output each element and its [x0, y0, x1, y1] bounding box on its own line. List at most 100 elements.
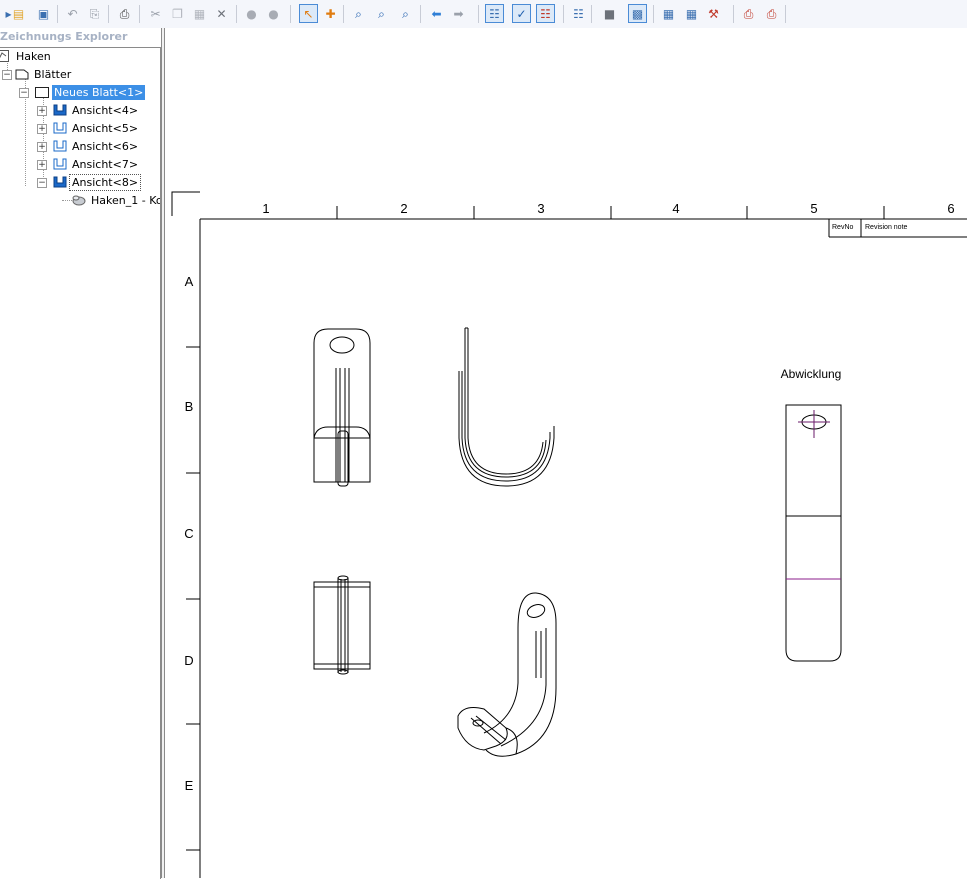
view-top[interactable] [313, 575, 371, 675]
explorer-title: Zeichnungs Explorer [0, 30, 128, 43]
toolbar-separator [478, 5, 479, 23]
toolbar-separator [733, 5, 734, 23]
select-arrow-icon[interactable]: ↖ [299, 4, 318, 23]
toolbar-separator [563, 5, 564, 23]
tree-node-label: Neues Blatt<1> [52, 84, 146, 100]
copy-icon[interactable]: ❐ [169, 5, 186, 22]
sheet-icon [15, 68, 29, 83]
toolbar: ▸ ▤ ▣ ↶ ⎘ ⎙ ✂ ❐ ▦ ✕ ● ● ↖ ✚ ⌕ ⌕ ⌕ ⬅ ➡ ☷ ✓ ☷ ☷ ■ ▩ ▦ ▦ ⚒ ⎙ ⎙ [0, 0, 967, 29]
drawing-view-icon [53, 104, 67, 119]
collapse-toggle[interactable]: − [37, 178, 47, 188]
delete-icon[interactable]: ✕ [213, 5, 230, 22]
tree-node-label: Ansicht<5> [72, 121, 139, 135]
zone-column-label: 4 [672, 201, 679, 216]
tree-node-label: Blätter [34, 67, 72, 81]
zone-column-label: 1 [262, 201, 269, 216]
drawing-view-icon [53, 176, 67, 191]
tree-view-icon[interactable]: ☷ [485, 4, 504, 23]
tree-node-label: Haken [16, 49, 51, 63]
redo-icon[interactable]: ⎘ [86, 5, 103, 22]
drawing-icon [0, 50, 9, 65]
zone-row-label: D [184, 653, 193, 668]
toolbar-separator [591, 5, 592, 23]
toolbar-separator [785, 5, 786, 23]
flat-pattern-label: Abwicklung [781, 367, 842, 381]
drawing-sheet: 1 2 3 4 5 6 A B C D E RevNo Revision note Abwickl… [171, 191, 967, 878]
zone-row-label: C [184, 526, 193, 541]
tree-node[interactable]: Haken_1 - Konstruktion [89, 192, 160, 208]
drawing-explorer-panel: Zeichnungs Explorer Haken − Blätter − Neues … [0, 28, 161, 879]
save-icon[interactable]: ▣ [35, 5, 52, 22]
table-icon[interactable]: ▦ [660, 5, 677, 22]
collapse-toggle[interactable]: − [2, 70, 12, 80]
zone-column-label: 3 [537, 201, 544, 216]
zone-column-label: 5 [810, 201, 817, 216]
tree-node[interactable]: Neues Blatt<1> [52, 84, 146, 100]
toolbar-separator [139, 5, 140, 23]
tree-node[interactable]: Ansicht<4> [70, 102, 140, 118]
drawing-view-icon [53, 158, 67, 173]
compare-icon[interactable]: ☷ [536, 4, 555, 23]
tree-node[interactable]: Ansicht<7> [70, 156, 140, 172]
back-icon[interactable]: ⬅ [428, 5, 445, 22]
zoom-icon[interactable]: ⌕ [397, 5, 414, 22]
group-icon[interactable]: ☷ [570, 5, 587, 22]
open-folder-icon[interactable]: ▤ [10, 5, 27, 22]
collapse-toggle[interactable]: − [19, 88, 29, 98]
tree-node[interactable]: Ansicht<6> [70, 138, 140, 154]
title-block-revision-note: Revision note [865, 224, 908, 231]
record-icon[interactable]: ● [243, 5, 260, 22]
view-isometric[interactable] [457, 592, 557, 757]
toolbar-separator [420, 5, 421, 23]
stop-icon[interactable]: ● [265, 5, 282, 22]
expand-toggle[interactable]: + [37, 106, 47, 116]
expand-toggle[interactable]: + [37, 124, 47, 134]
pan-icon[interactable]: ✚ [322, 5, 339, 22]
paste-icon[interactable]: ▦ [191, 5, 208, 22]
pdf-export-icon[interactable]: ⎙ [763, 5, 780, 22]
pdf-icon[interactable]: ⎙ [740, 5, 757, 22]
tree-node-label: Ansicht<6> [72, 139, 139, 153]
zone-row-label: E [185, 778, 194, 793]
view-side[interactable] [458, 327, 555, 487]
zone-row-label: B [185, 399, 194, 414]
tree-node-label: Ansicht<8> [68, 173, 142, 191]
view-flat-pattern[interactable] [785, 404, 842, 662]
toolbar-separator [108, 5, 109, 23]
zone-column-label: 6 [947, 201, 954, 216]
part-icon [70, 194, 86, 209]
tree-node-label: Ansicht<7> [72, 157, 139, 171]
expand-toggle[interactable]: + [37, 142, 47, 152]
title-block-rev-no: RevNo [832, 224, 854, 231]
tree-node-label: Haken_1 - Konstruktion [91, 193, 160, 207]
tools-icon[interactable]: ⚒ [705, 5, 722, 22]
tree-node[interactable]: Haken [14, 48, 53, 64]
tree-node[interactable]: Ansicht<8> [68, 173, 142, 191]
sheet-icon [35, 86, 49, 101]
tree-node-label: Ansicht<4> [72, 103, 139, 117]
properties-icon[interactable]: ▩ [628, 4, 647, 23]
zone-column-label: 2 [400, 201, 407, 216]
tree-node[interactable]: Ansicht<5> [70, 120, 140, 136]
drawing-view-icon [53, 122, 67, 137]
print-icon[interactable]: ⎙ [116, 5, 133, 22]
toolbar-separator [290, 5, 291, 23]
expand-toggle[interactable]: + [37, 160, 47, 170]
zone-row-label: A [185, 274, 194, 289]
drawing-canvas[interactable]: 1 2 3 4 5 6 A B C D E RevNo Revision note Abwickl… [166, 28, 967, 878]
cut-icon[interactable]: ✂ [147, 5, 164, 22]
explorer-tree[interactable]: Haken − Blätter − Neues Blatt<1> + Ansicht<4> +… [0, 47, 161, 879]
view-front[interactable] [313, 328, 371, 487]
zoom-in-icon[interactable]: ⌕ [350, 5, 367, 22]
tree-node[interactable]: Blätter [32, 66, 73, 82]
forward-icon[interactable]: ➡ [450, 5, 467, 22]
grid-icon[interactable]: ▦ [683, 5, 700, 22]
layer-icon[interactable]: ■ [601, 5, 618, 22]
toolbar-separator [653, 5, 654, 23]
toolbar-separator [57, 5, 58, 23]
undo-icon[interactable]: ↶ [64, 5, 81, 22]
check-icon[interactable]: ✓ [512, 4, 531, 23]
toolbar-separator [236, 5, 237, 23]
zoom-window-icon[interactable]: ⌕ [373, 5, 390, 22]
toolbar-separator [343, 5, 344, 23]
